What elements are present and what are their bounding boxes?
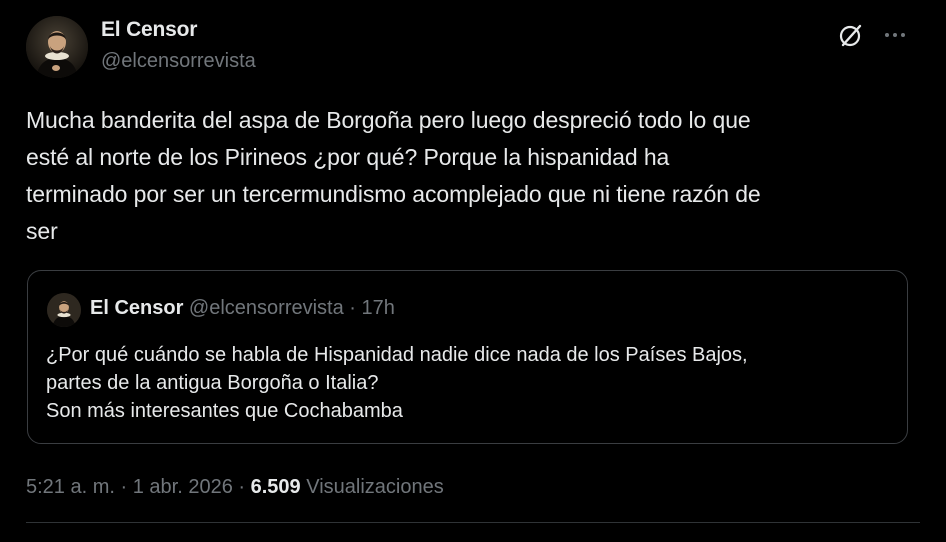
views-count: 6.509 <box>250 476 301 498</box>
tweet-text: Mucha banderita del aspa de Borgoña pero… <box>26 107 761 244</box>
quoted-author-avatar[interactable] <box>47 293 81 327</box>
author-handle[interactable]: @elcensorrevista <box>101 50 256 73</box>
quoted-author-handle[interactable]: @elcensorrevista <box>189 297 344 319</box>
author-name[interactable]: El Censor <box>101 18 197 42</box>
tweet-date[interactable]: 1 abr. 2026 <box>133 476 233 498</box>
tweet-container: El Censor @elcensorrevista Mucha banderi… <box>0 0 946 542</box>
tweet-meta: 5:21 a. m. · 1 abr. 2026 · 6.509 Visuali… <box>26 476 444 499</box>
quoted-author-name[interactable]: El Censor <box>90 297 183 319</box>
views-label: Visualizaciones <box>306 476 444 498</box>
quoted-tweet[interactable]: El Censor @elcensorrevista · 17h ¿Por qu… <box>27 270 908 444</box>
quoted-timestamp[interactable]: 17h <box>362 297 395 319</box>
meta-separator: · <box>120 476 128 498</box>
grok-icon[interactable] <box>835 20 865 50</box>
quoted-tweet-text: ¿Por qué cuándo se habla de Hispanidad n… <box>46 344 748 422</box>
meta-separator: · <box>238 476 246 498</box>
tweet-time[interactable]: 5:21 a. m. <box>26 476 115 498</box>
divider <box>26 522 920 523</box>
author-avatar[interactable] <box>26 16 88 78</box>
more-icon[interactable] <box>880 22 910 48</box>
quoted-separator: · <box>349 297 356 319</box>
quoted-tweet-header: El Censor @elcensorrevista · 17h <box>90 297 395 320</box>
